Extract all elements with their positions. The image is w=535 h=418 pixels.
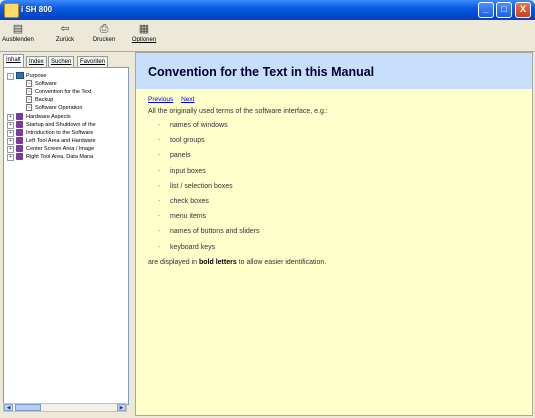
- list-item-text: check boxes: [170, 197, 209, 205]
- title-bar[interactable]: i SH 800 _ □ X: [0, 0, 535, 20]
- hide-pane-icon: ▤: [12, 23, 24, 35]
- help-page-icon: ?: [26, 96, 32, 103]
- hide-button-label: Ausblenden: [2, 37, 34, 43]
- tree-item-label: Convention for the Text: [35, 88, 92, 96]
- tree-item-label: Purpose: [26, 73, 47, 79]
- topic-navigation: Previous Next: [148, 96, 200, 103]
- tree-item-introduction[interactable]: + Introduction to the Software: [4, 129, 128, 137]
- back-button[interactable]: ⇦ Zurück: [50, 21, 80, 50]
- list-item-text: menu items: [170, 213, 207, 221]
- closed-book-icon: [16, 145, 23, 152]
- page-title: Convention for the Text in this Manual: [148, 65, 375, 79]
- tree-item-label: Backup: [35, 97, 54, 103]
- expand-icon[interactable]: +: [7, 154, 14, 161]
- tree-item-left-tool-area[interactable]: + Left Tool Area and Hardware: [4, 137, 128, 145]
- help-window: i SH 800 _ □ X ▤ Ausblenden ⇦ Zurück ⎙ D…: [0, 0, 535, 418]
- closed-book-icon: [16, 129, 23, 136]
- previous-link[interactable]: Previous: [148, 96, 173, 103]
- tree-item-label: Software: [35, 81, 57, 87]
- tree-item-label: Hardware Aspects: [26, 114, 71, 120]
- bullet-dash: -: [158, 243, 161, 251]
- tree-item-label: Startup and Shutdown of the: [26, 122, 96, 128]
- navigation-pane: Inhalt Index Suchen Favoriten - Purpose …: [2, 52, 130, 416]
- outro-text: are displayed in bold letters to allow e…: [148, 259, 326, 266]
- print-button[interactable]: ⎙ Drucken: [88, 21, 120, 50]
- contents-tree: - Purpose ? Software ? Convention for th…: [3, 67, 129, 405]
- expand-icon[interactable]: +: [7, 138, 14, 145]
- bullet-dash: -: [158, 228, 161, 236]
- list-item-text: names of windows: [170, 122, 228, 129]
- tree-item-label: Software Operation: [35, 105, 83, 111]
- tree-item-center-screen-area[interactable]: + Center Screen Area / Image: [4, 145, 128, 153]
- closed-book-icon: [16, 137, 23, 144]
- tree-item-label: Introduction to the Software: [26, 130, 94, 136]
- scroll-right-icon[interactable]: ▶: [117, 404, 126, 411]
- expand-icon[interactable]: +: [7, 122, 14, 129]
- minimize-button[interactable]: _: [478, 2, 494, 18]
- outro-before: are displayed in: [148, 259, 199, 266]
- bullet-dash: -: [158, 137, 161, 145]
- open-book-icon: [16, 72, 24, 79]
- list-item-text: input boxes: [170, 167, 206, 175]
- bullet-dash: -: [158, 213, 161, 221]
- print-button-label: Drucken: [92, 37, 116, 43]
- list-item-text: panels: [170, 152, 191, 160]
- closed-book-icon: [16, 113, 23, 120]
- tree-item-label: Center Screen Area / Image: [26, 146, 95, 152]
- topic-content-pane: Convention for the Text in this Manual P…: [135, 52, 533, 416]
- tree-item-label: Right Tool Area, Data Mana: [26, 154, 94, 160]
- help-page-icon: ?: [26, 104, 32, 111]
- tree-item-hardware-aspects[interactable]: + Hardware Aspects: [4, 113, 128, 121]
- closed-book-icon: [16, 121, 23, 128]
- tree-item-convention[interactable]: ? Convention for the Text: [4, 88, 128, 96]
- toolbar: ▤ Ausblenden ⇦ Zurück ⎙ Drucken ▦ Option…: [0, 20, 535, 52]
- nav-tabs: Inhalt Index Suchen Favoriten: [2, 54, 130, 68]
- options-icon: ▦: [138, 23, 150, 35]
- closed-book-icon: [16, 153, 23, 160]
- next-link[interactable]: Next: [181, 96, 194, 103]
- bullet-dash: -: [158, 122, 161, 129]
- expand-icon[interactable]: +: [7, 130, 14, 137]
- list-item-text: list / selection boxes: [170, 182, 233, 190]
- tree-horizontal-scrollbar[interactable]: ◀ ▶: [3, 403, 127, 412]
- back-button-label: Zurück: [55, 37, 75, 43]
- outro-after: to allow easier identification.: [236, 259, 327, 266]
- tab-contents[interactable]: Inhalt: [3, 54, 24, 68]
- intro-text: All the originally used terms of the sof…: [148, 108, 328, 115]
- hide-button[interactable]: ▤ Ausblenden: [1, 21, 35, 50]
- scroll-left-icon[interactable]: ◀: [4, 404, 13, 411]
- collapse-icon[interactable]: -: [7, 73, 14, 80]
- tree-item-software-operation[interactable]: ? Software Operation: [4, 104, 128, 112]
- window-title: i SH 800: [21, 5, 53, 14]
- maximize-button[interactable]: □: [496, 2, 512, 18]
- app-icon: [4, 3, 19, 18]
- bullet-dash: -: [158, 182, 161, 190]
- help-page-icon: ?: [26, 80, 32, 87]
- tree-item-purpose[interactable]: - Purpose: [4, 72, 128, 80]
- back-arrow-icon: ⇦: [60, 23, 70, 35]
- expand-icon[interactable]: +: [7, 146, 14, 153]
- bullet-dash: -: [158, 152, 161, 160]
- tree-item-software[interactable]: ? Software: [4, 80, 128, 88]
- scrollbar-thumb[interactable]: [15, 404, 41, 411]
- tree-item-startup[interactable]: + Startup and Shutdown of the: [4, 121, 128, 129]
- list-item-text: tool groups: [170, 137, 205, 145]
- list-item-text: keyboard keys: [170, 243, 216, 251]
- help-page-icon: ?: [26, 88, 32, 95]
- options-button[interactable]: ▦ Optionen: [127, 21, 161, 50]
- bullet-dash: -: [158, 197, 161, 205]
- list-item-text: names of buttons and sliders: [170, 228, 260, 236]
- tree-item-right-tool-area[interactable]: + Right Tool Area, Data Mana: [4, 153, 128, 161]
- expand-icon[interactable]: +: [7, 114, 14, 121]
- close-button[interactable]: X: [515, 2, 531, 18]
- tree-item-backup[interactable]: ? Backup: [4, 96, 128, 104]
- bullet-dash: -: [158, 167, 161, 175]
- topic-header: Convention for the Text in this Manual: [136, 53, 532, 89]
- printer-icon: ⎙: [99, 23, 109, 35]
- options-button-label: Optionen: [131, 37, 157, 43]
- outro-bold: bold letters: [198, 259, 237, 266]
- tree-item-label: Left Tool Area and Hardware: [26, 138, 96, 144]
